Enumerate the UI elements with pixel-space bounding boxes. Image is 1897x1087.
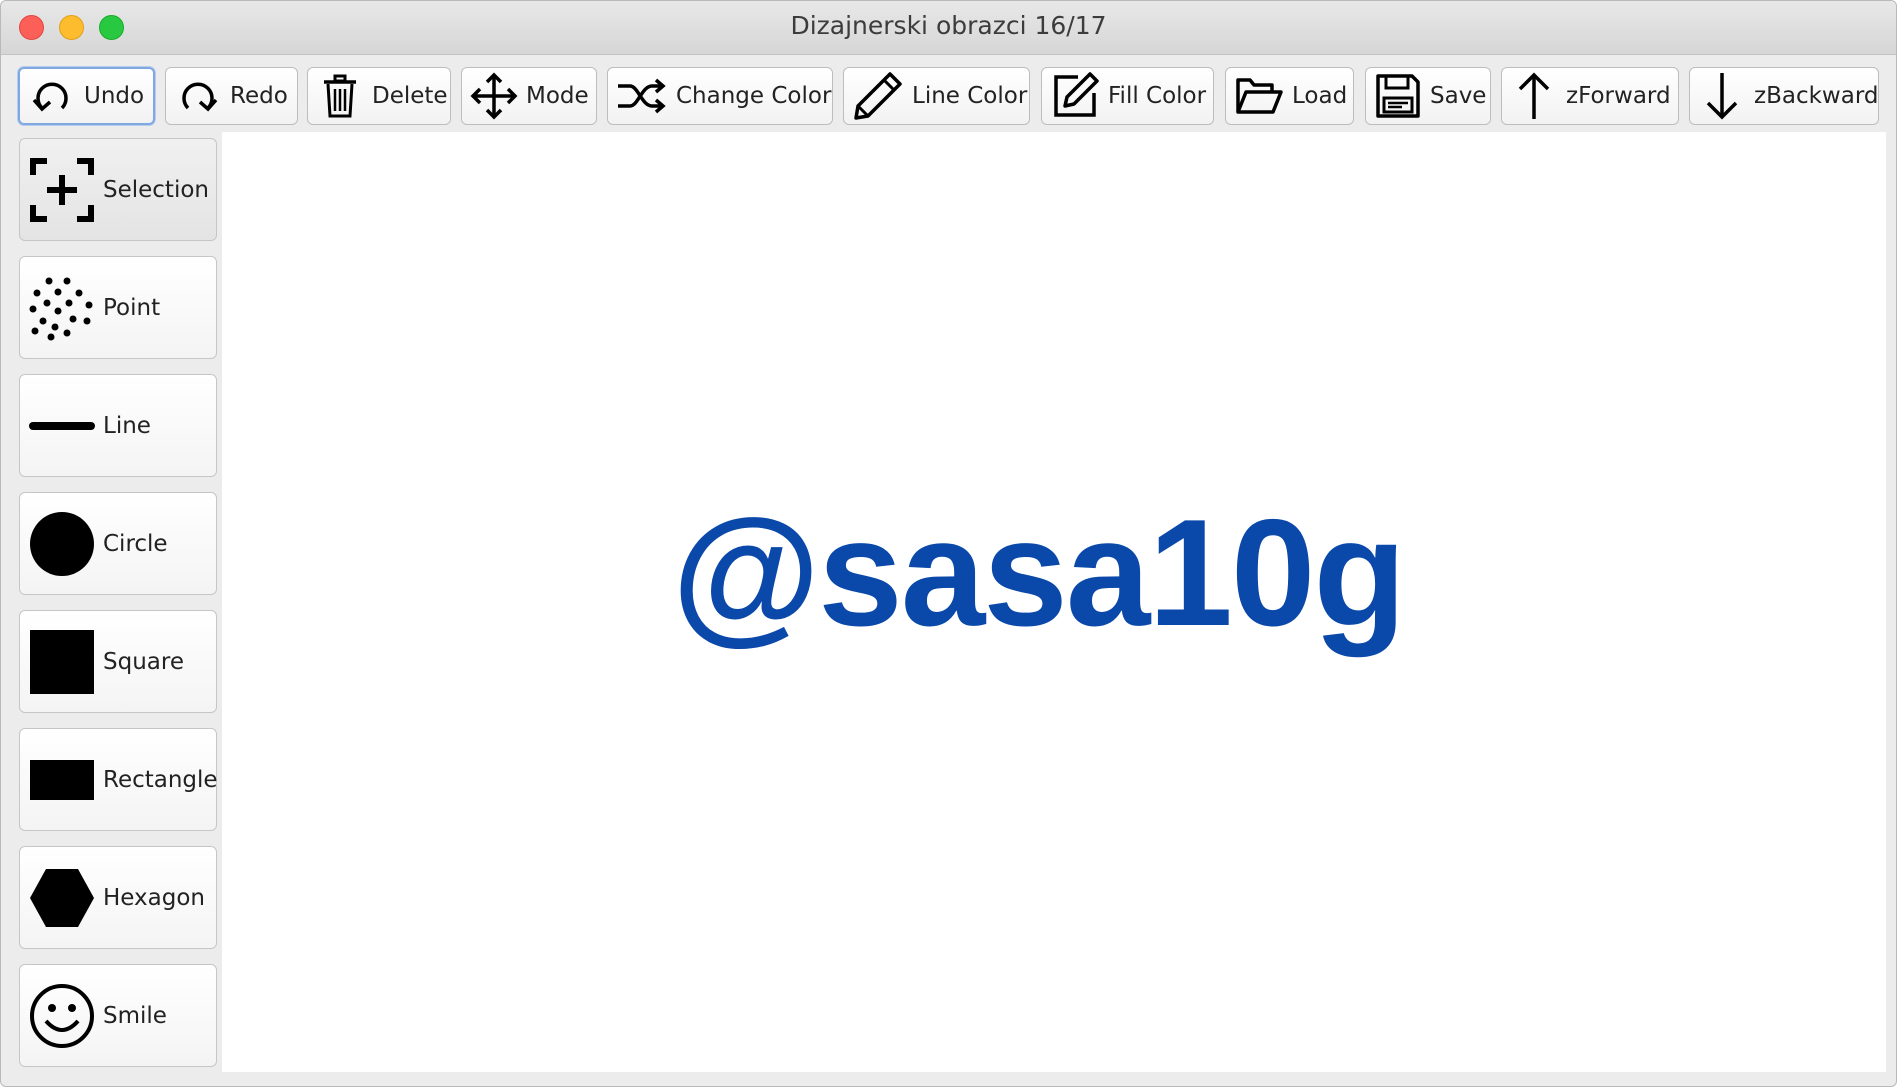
- rectangle-label: Rectangle: [103, 766, 218, 793]
- change-color-button[interactable]: Change Color: [607, 67, 833, 125]
- floppy-disk-icon: [1376, 74, 1420, 118]
- hexagon-label: Hexagon: [103, 884, 205, 911]
- shape-sidebar: Selection Point Line Circle Square Recta…: [1, 131, 221, 1071]
- hexagon-button[interactable]: Hexagon: [19, 846, 217, 949]
- circle-icon: [30, 511, 94, 576]
- point-label: Point: [103, 294, 161, 321]
- arrow-up-icon: [1518, 72, 1550, 119]
- zbackward-button[interactable]: zBackward: [1689, 67, 1879, 125]
- pencil-icon: [854, 72, 902, 120]
- edit-square-icon: [1054, 72, 1099, 117]
- toolbar: Undo Redo Delete Mode Change Color Line …: [1, 55, 1896, 131]
- selection-icon: [30, 157, 94, 222]
- redo-label: Redo: [230, 83, 288, 109]
- delete-label: Delete: [372, 83, 448, 109]
- undo-icon: [32, 82, 68, 112]
- zforward-button[interactable]: zForward: [1501, 67, 1679, 125]
- smile-button[interactable]: Smile: [19, 964, 217, 1067]
- change-color-label: Change Color: [676, 83, 832, 109]
- move-icon: [470, 72, 518, 120]
- hexagon-icon: [30, 868, 94, 927]
- line-label: Line: [103, 412, 151, 439]
- load-button[interactable]: Load: [1225, 67, 1354, 125]
- save-label: Save: [1430, 83, 1487, 109]
- redo-icon: [182, 82, 218, 112]
- square-icon: [30, 629, 94, 694]
- selection-button[interactable]: Selection: [19, 138, 217, 241]
- rectangle-icon: [30, 759, 94, 800]
- line-color-label: Line Color: [912, 83, 1028, 109]
- circle-label: Circle: [103, 530, 168, 557]
- rectangle-button[interactable]: Rectangle: [19, 728, 218, 831]
- drawing-canvas[interactable]: @sasa10g: [222, 132, 1886, 1072]
- fill-color-label: Fill Color: [1108, 83, 1207, 109]
- square-label: Square: [103, 648, 184, 675]
- dots-icon: [29, 277, 93, 340]
- app-window: Dizajnerski obrazci 16/17 Undo Redo Dele…: [0, 0, 1897, 1087]
- circle-button[interactable]: Circle: [19, 492, 217, 595]
- arrow-down-icon: [1706, 73, 1738, 120]
- save-button[interactable]: Save: [1365, 67, 1491, 125]
- smile-label: Smile: [103, 1002, 167, 1029]
- selection-label: Selection: [103, 176, 209, 203]
- redo-button[interactable]: Redo: [165, 67, 298, 125]
- zforward-label: zForward: [1566, 83, 1671, 109]
- line-button[interactable]: Line: [19, 374, 217, 477]
- shuffle-icon: [618, 78, 666, 114]
- undo-button[interactable]: Undo: [18, 67, 155, 125]
- zbackward-label: zBackward: [1754, 83, 1879, 109]
- delete-button[interactable]: Delete: [307, 67, 451, 125]
- folder-open-icon: [1236, 78, 1283, 114]
- smile-icon: [30, 983, 94, 1048]
- undo-label: Undo: [84, 83, 145, 109]
- square-button[interactable]: Square: [19, 610, 217, 713]
- mode-button[interactable]: Mode: [461, 67, 597, 125]
- mode-label: Mode: [526, 83, 589, 109]
- line-color-button[interactable]: Line Color: [843, 67, 1030, 125]
- fill-color-button[interactable]: Fill Color: [1041, 67, 1214, 125]
- window-title: Dizajnerski obrazci 16/17: [790, 11, 1107, 40]
- trash-icon: [324, 74, 356, 118]
- line-icon: [29, 421, 95, 430]
- watermark-text: @sasa10g: [672, 488, 1406, 658]
- load-label: Load: [1292, 83, 1348, 109]
- title-bar: Dizajnerski obrazci 16/17: [1, 1, 1896, 55]
- point-button[interactable]: Point: [19, 256, 217, 359]
